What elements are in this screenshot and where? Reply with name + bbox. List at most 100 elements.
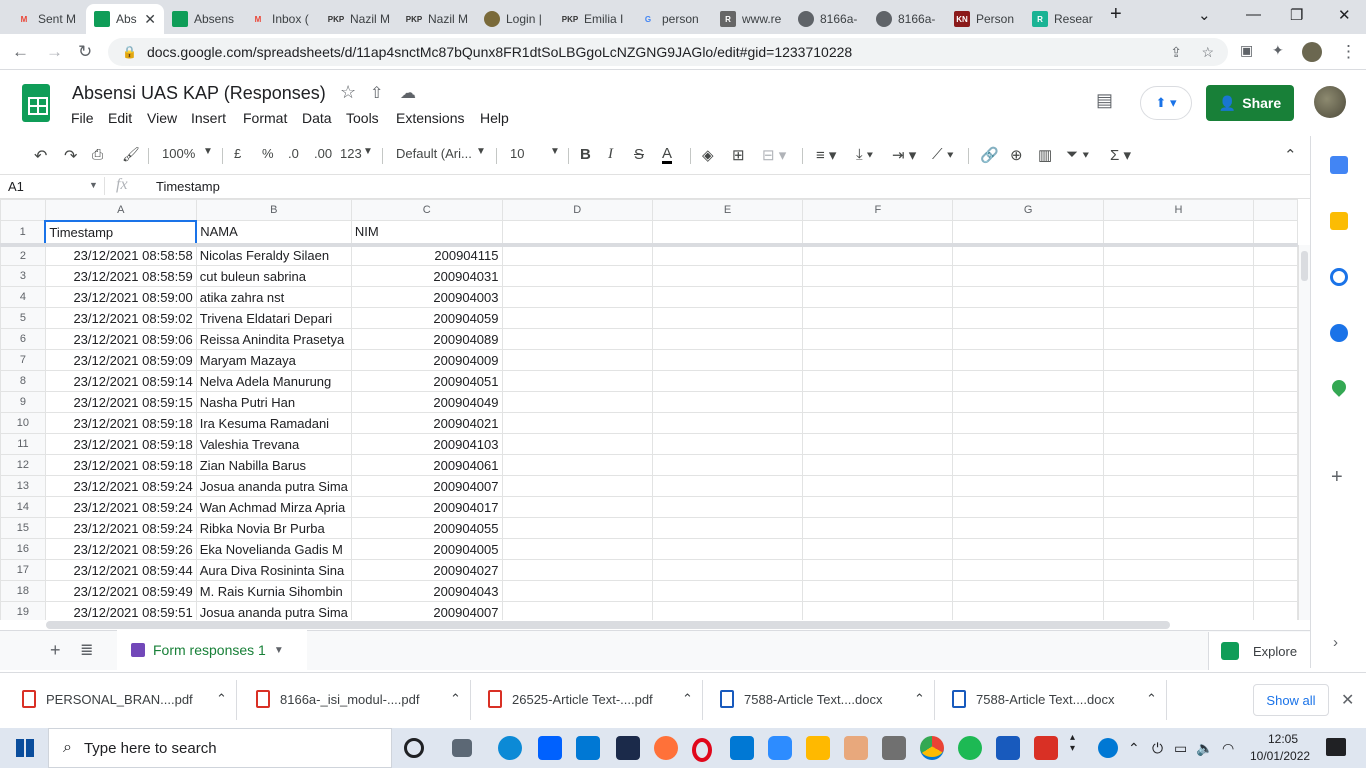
cell[interactable]: [952, 538, 1104, 560]
column-header[interactable]: E: [651, 199, 804, 221]
clock-time[interactable]: 12:05: [1268, 732, 1298, 746]
browser-tab[interactable]: Gperson: [632, 4, 710, 34]
row-number[interactable]: 14: [0, 496, 46, 518]
cell[interactable]: [1102, 370, 1255, 392]
cell[interactable]: [1102, 244, 1255, 266]
name-box-chevron-icon[interactable]: ▼: [89, 180, 98, 190]
cell[interactable]: [1253, 559, 1298, 581]
cell[interactable]: [952, 433, 1104, 455]
name-box[interactable]: A1: [8, 179, 24, 194]
browser-menu-icon[interactable]: ⋮: [1340, 42, 1357, 62]
column-header[interactable]: A: [44, 199, 197, 222]
tab-close-icon[interactable]: ✕: [144, 11, 156, 28]
cell-a[interactable]: 23/12/2021 08:59:24: [44, 475, 197, 497]
cell-c[interactable]: 200904007: [350, 475, 503, 497]
cell[interactable]: [1253, 412, 1298, 434]
firefox-icon[interactable]: [654, 736, 678, 760]
cell[interactable]: [651, 370, 804, 392]
cell-a[interactable]: 23/12/2021 08:59:06: [44, 328, 197, 350]
cell-c[interactable]: 200904103: [350, 433, 503, 455]
scrollbar-thumb[interactable]: [1301, 251, 1308, 281]
percent-button[interactable]: %: [262, 146, 274, 161]
move-icon[interactable]: ⇧: [370, 83, 383, 103]
windows-start-icon[interactable]: [16, 739, 34, 757]
row-number[interactable]: 8: [0, 370, 46, 392]
device-icon[interactable]: ⏻: [1152, 740, 1163, 757]
horizontal-scrollbar[interactable]: [46, 621, 1170, 629]
profile-avatar[interactable]: [1302, 42, 1322, 62]
text-rotation-icon[interactable]: ⟋ ▾: [932, 146, 954, 163]
currency-button[interactable]: £: [234, 146, 241, 161]
get-addons-icon[interactable]: +: [1331, 466, 1343, 489]
browser-tab[interactable]: 8166a-: [790, 4, 868, 34]
word-icon[interactable]: [996, 736, 1020, 760]
cell[interactable]: [952, 220, 1104, 247]
row-number[interactable]: 12: [0, 454, 46, 476]
back-icon[interactable]: ←: [12, 42, 29, 62]
menu-tools[interactable]: Tools: [346, 110, 379, 126]
cell[interactable]: [651, 328, 804, 350]
account-avatar[interactable]: [1314, 86, 1346, 118]
cell-a[interactable]: 23/12/2021 08:59:18: [44, 454, 197, 476]
download-item[interactable]: PERSONAL_BRAN....pdf ⌃: [22, 690, 227, 708]
cell-c[interactable]: 200904009: [350, 349, 503, 371]
increase-decimal-button[interactable]: .00: [314, 146, 332, 161]
row-number[interactable]: 3: [0, 265, 46, 287]
row-number[interactable]: 19: [0, 601, 46, 620]
cell[interactable]: [802, 391, 954, 413]
cell[interactable]: [651, 220, 804, 247]
new-tab-icon[interactable]: +: [1110, 3, 1122, 26]
cell[interactable]: [651, 475, 804, 497]
add-sheet-icon[interactable]: +: [50, 640, 61, 661]
cell[interactable]: [1253, 328, 1298, 350]
cell-c1[interactable]: NIM: [350, 220, 503, 247]
forward-icon[interactable]: →: [46, 42, 63, 62]
row-number[interactable]: 9: [0, 391, 46, 413]
collapse-menus-icon[interactable]: ⌃: [1284, 146, 1297, 164]
cell-b[interactable]: Eka Novelianda Gadis M: [195, 538, 352, 560]
cell-a[interactable]: 23/12/2021 08:59:14: [44, 370, 197, 392]
cell[interactable]: [802, 265, 954, 287]
insert-comment-icon[interactable]: ⊕: [1010, 146, 1023, 164]
cell-c[interactable]: 200904089: [350, 328, 503, 350]
dropbox-icon[interactable]: [538, 736, 562, 760]
share-page-icon[interactable]: ⇪: [1170, 44, 1182, 61]
menu-help[interactable]: Help: [480, 110, 509, 126]
cell[interactable]: [651, 412, 804, 434]
cell[interactable]: [501, 412, 653, 434]
redo-icon[interactable]: ↷: [64, 146, 77, 166]
cell[interactable]: [501, 328, 653, 350]
cell[interactable]: [651, 580, 804, 602]
cell[interactable]: [651, 454, 804, 476]
cell[interactable]: [651, 559, 804, 581]
cell[interactable]: [1253, 220, 1298, 247]
cell[interactable]: [1102, 601, 1255, 620]
font-size-select[interactable]: 10: [510, 146, 524, 161]
contacts-icon[interactable]: [1330, 324, 1348, 342]
cell[interactable]: [952, 601, 1104, 620]
download-options-icon[interactable]: ⌃: [682, 691, 693, 707]
browser-tab[interactable]: R Resear: [1024, 4, 1102, 34]
horizontal-align-icon[interactable]: ≡ ▾: [816, 146, 836, 164]
borders-icon[interactable]: ⊞: [732, 146, 745, 164]
menu-file[interactable]: File: [71, 110, 94, 126]
cell[interactable]: [651, 244, 804, 266]
cell[interactable]: [1253, 517, 1298, 539]
download-item[interactable]: 26525-Article Text-....pdf ⌃: [488, 690, 693, 708]
cell[interactable]: [1102, 220, 1255, 247]
cell[interactable]: [952, 265, 1104, 287]
cell-c[interactable]: 200904031: [350, 265, 503, 287]
cloud-status-icon[interactable]: ☁: [400, 83, 416, 103]
cell-b[interactable]: Zian Nabilla Barus: [195, 454, 352, 476]
cell-a[interactable]: 23/12/2021 08:59:51: [44, 601, 197, 620]
cell[interactable]: [501, 601, 653, 620]
cell-c[interactable]: 200904043: [350, 580, 503, 602]
browser-tab[interactable]: M Sent M: [8, 4, 86, 34]
font-select[interactable]: Default (Ari...: [396, 146, 472, 161]
cell-b[interactable]: Josua ananda putra Sima: [195, 475, 352, 497]
cell[interactable]: [1102, 265, 1255, 287]
cell[interactable]: [651, 286, 804, 308]
row-number[interactable]: 10: [0, 412, 46, 434]
cell[interactable]: [651, 601, 804, 620]
cell[interactable]: [651, 517, 804, 539]
